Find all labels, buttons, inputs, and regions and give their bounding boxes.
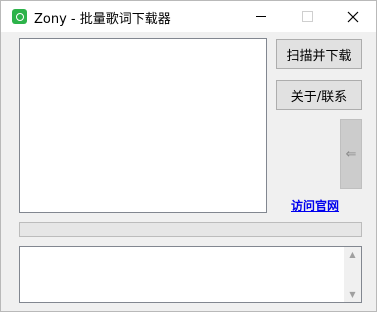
log-textbox[interactable]: ▲ ▼ <box>19 246 362 303</box>
visit-website-link[interactable]: 访问官网 <box>291 197 339 214</box>
minimize-button[interactable] <box>238 1 284 32</box>
scan-download-button[interactable]: 扫描并下载 <box>276 39 362 69</box>
minimize-icon <box>256 16 266 17</box>
collapse-panel-button[interactable]: ⇐ <box>340 119 362 189</box>
log-scrollbar[interactable]: ▲ ▼ <box>344 247 361 302</box>
lyrics-file-list[interactable] <box>19 38 267 213</box>
window-title: Zony - 批量歌词下载器 <box>34 12 171 27</box>
maximize-button[interactable] <box>284 1 330 32</box>
left-arrow-icon: ⇐ <box>345 146 357 162</box>
app-window: Zony - 批量歌词下载器 扫描并下载 关于/联系 ⇐ 访问官网 ▲ ▼ <box>0 0 377 312</box>
about-contact-button[interactable]: 关于/联系 <box>276 80 362 110</box>
title-bar[interactable]: Zony - 批量歌词下载器 <box>1 1 376 32</box>
app-icon <box>12 9 27 24</box>
download-progress-bar <box>19 222 362 237</box>
maximize-icon <box>301 11 313 22</box>
close-icon <box>347 11 359 22</box>
scroll-down-icon[interactable]: ▼ <box>344 290 361 299</box>
scroll-up-icon[interactable]: ▲ <box>344 250 361 259</box>
close-button[interactable] <box>330 1 376 32</box>
